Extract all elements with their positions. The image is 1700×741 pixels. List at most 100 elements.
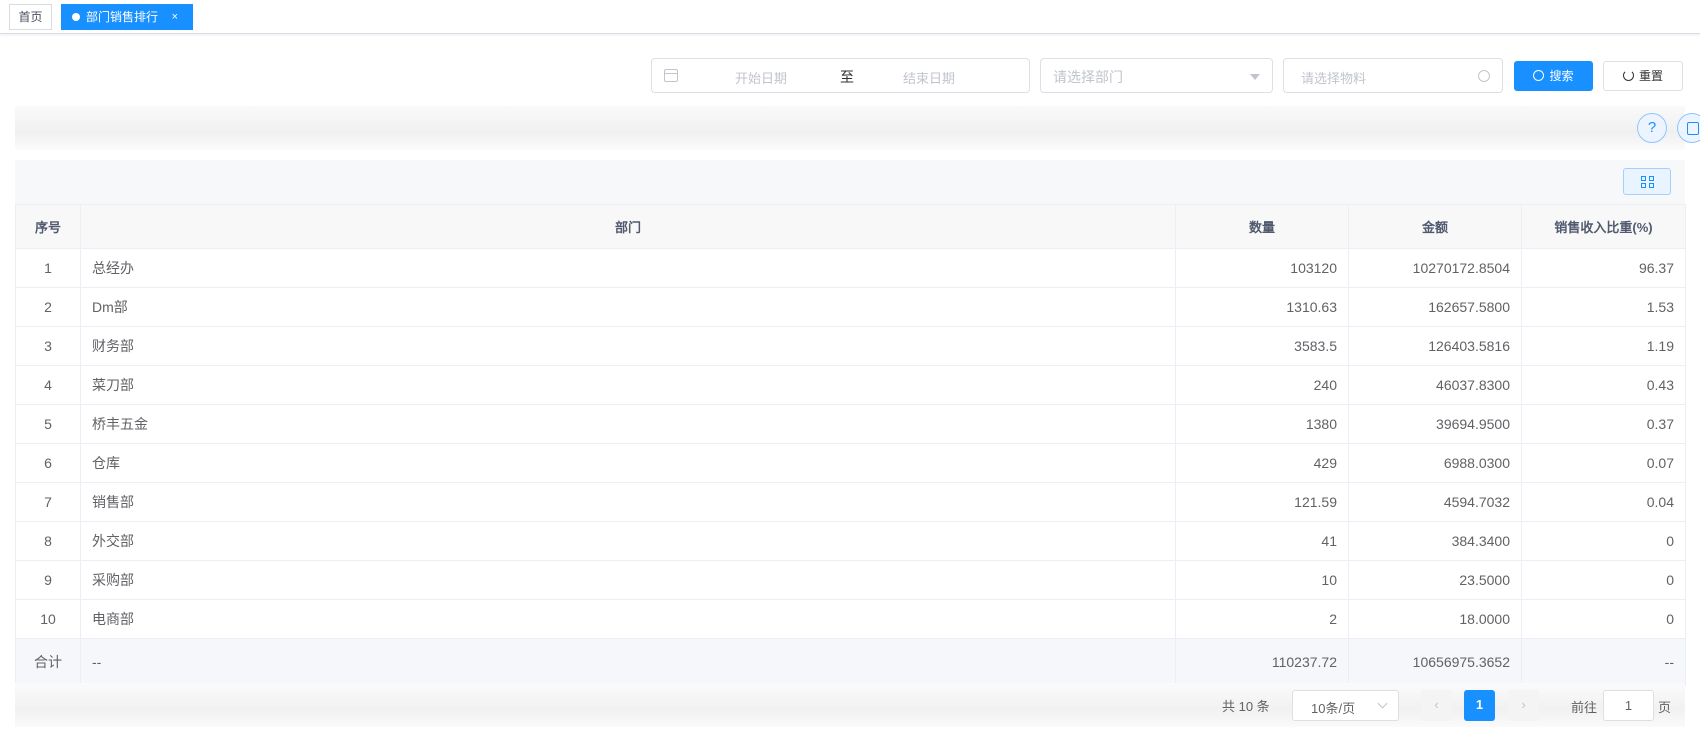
col-header-amount[interactable]: 金额 — [1348, 204, 1522, 249]
prev-page-button[interactable]: ‹ — [1421, 690, 1452, 721]
table-row[interactable]: 4 菜刀部 240 46037.8300 0.43 — [15, 365, 1686, 405]
end-date-input[interactable]: 结束日期 — [894, 68, 964, 87]
start-date-input[interactable]: 开始日期 — [726, 68, 796, 87]
cell-amount: 10270172.8504 — [1348, 248, 1522, 288]
cell-department: 电商部 — [80, 599, 1176, 639]
cell-ratio: 0.04 — [1521, 482, 1686, 522]
caret-down-icon — [1250, 74, 1260, 80]
cell-department: 桥丰五金 — [80, 404, 1176, 444]
close-icon[interactable]: × — [172, 5, 178, 29]
cell-index: 2 — [15, 287, 81, 327]
cell-department: 总经办 — [80, 248, 1176, 288]
cell-quantity: 121.59 — [1175, 482, 1349, 522]
active-dot-icon — [72, 13, 80, 21]
table-row[interactable]: 7 销售部 121.59 4594.7032 0.04 — [15, 482, 1686, 522]
table-row[interactable]: 2 Dm部 1310.63 162657.5800 1.53 — [15, 287, 1686, 327]
cell-amount: 46037.8300 — [1348, 365, 1522, 405]
cell-amount: 23.5000 — [1348, 560, 1522, 600]
summary-cell-index: 合计 — [15, 638, 81, 686]
table-row[interactable]: 9 采购部 10 23.5000 0 — [15, 560, 1686, 600]
cell-index: 9 — [15, 560, 81, 600]
cell-quantity: 429 — [1175, 443, 1349, 483]
col-header-quantity[interactable]: 数量 — [1175, 204, 1349, 249]
summary-cell-amount: 10656975.3652 — [1348, 638, 1522, 686]
cell-department: 外交部 — [80, 521, 1176, 561]
table-row[interactable]: 6 仓库 429 6988.0300 0.07 — [15, 443, 1686, 483]
summary-row: 合计 -- 110237.72 10656975.3652 -- — [15, 638, 1686, 686]
cell-ratio: 0.07 — [1521, 443, 1686, 483]
cell-amount: 18.0000 — [1348, 599, 1522, 639]
cell-ratio: 96.37 — [1521, 248, 1686, 288]
cell-department: 财务部 — [80, 326, 1176, 366]
cell-quantity: 41 — [1175, 521, 1349, 561]
cell-amount: 6988.0300 — [1348, 443, 1522, 483]
column-settings-button[interactable] — [1677, 113, 1700, 143]
cell-index: 1 — [15, 248, 81, 288]
search-circle-icon[interactable] — [1478, 70, 1490, 82]
refresh-icon — [1622, 70, 1634, 81]
page-number-button[interactable]: 1 — [1464, 690, 1495, 721]
cell-ratio: 0 — [1521, 599, 1686, 639]
cell-quantity: 1380 — [1175, 404, 1349, 444]
cell-index: 4 — [15, 365, 81, 405]
grid-view-button[interactable] — [1623, 168, 1671, 195]
department-select-placeholder: 请选择部门 — [1053, 69, 1123, 85]
chevron-down-icon — [1377, 698, 1388, 709]
cell-quantity: 240 — [1175, 365, 1349, 405]
table-header-bar — [15, 160, 1685, 204]
summary-cell-ratio: -- — [1521, 638, 1686, 686]
question-icon: ? — [1647, 119, 1657, 136]
table-row[interactable]: 10 电商部 2 18.0000 0 — [15, 599, 1686, 639]
table-row[interactable]: 1 总经办 103120 10270172.8504 96.37 — [15, 248, 1686, 288]
goto-page-input[interactable]: 1 — [1603, 690, 1654, 721]
columns-icon — [1687, 122, 1699, 135]
cell-index: 3 — [15, 326, 81, 366]
cell-index: 8 — [15, 521, 81, 561]
date-range-picker[interactable]: 开始日期 至 结束日期 — [651, 58, 1030, 93]
tab-home[interactable]: 首页 — [9, 4, 52, 30]
col-header-department[interactable]: 部门 — [80, 204, 1176, 249]
help-button[interactable]: ? — [1637, 113, 1667, 143]
table-row[interactable]: 3 财务部 3583.5 126403.5816 1.19 — [15, 326, 1686, 366]
grid-icon — [1649, 183, 1654, 188]
cell-index: 5 — [15, 404, 81, 444]
search-button[interactable]: 搜索 — [1514, 61, 1593, 91]
material-input[interactable]: 请选择物料 — [1283, 58, 1503, 93]
cell-amount: 162657.5800 — [1348, 287, 1522, 327]
tags-view: 首页 部门销售排行 × — [0, 0, 1700, 34]
cell-ratio: 0 — [1521, 521, 1686, 561]
col-header-index[interactable]: 序号 — [15, 204, 81, 249]
cell-quantity: 10 — [1175, 560, 1349, 600]
cell-ratio: 1.19 — [1521, 326, 1686, 366]
col-header-ratio[interactable]: 销售收入比重(%) — [1521, 204, 1686, 249]
right-toolbar — [15, 106, 1685, 150]
reset-button-label: 重置 — [1638, 69, 1663, 83]
cell-department: 销售部 — [80, 482, 1176, 522]
cell-department: 菜刀部 — [80, 365, 1176, 405]
material-input-placeholder: 请选择物料 — [1301, 71, 1367, 86]
tab-dept-sales-ranking[interactable]: 部门销售排行 × — [61, 4, 193, 30]
cell-quantity: 2 — [1175, 599, 1349, 639]
search-button-label: 搜索 — [1549, 69, 1574, 83]
cell-amount: 126403.5816 — [1348, 326, 1522, 366]
cell-index: 6 — [15, 443, 81, 483]
page-unit-label: 页 — [1658, 700, 1672, 715]
sales-ranking-table: 序号 部门 数量 金额 销售收入比重(%) 1 总经办 103120 10270172… — [15, 204, 1686, 686]
reset-button[interactable]: 重置 — [1603, 61, 1683, 91]
table-row[interactable]: 5 桥丰五金 1380 39694.9500 0.37 — [15, 404, 1686, 444]
pagination-total: 共 10 条 — [1222, 699, 1270, 714]
search-icon — [1533, 70, 1545, 81]
summary-cell-department: -- — [80, 638, 1176, 686]
grid-icon — [1641, 176, 1646, 181]
range-separator: 至 — [840, 69, 854, 85]
table-header-row: 序号 部门 数量 金额 销售收入比重(%) — [15, 204, 1686, 249]
goto-label: 前往 — [1571, 700, 1598, 715]
page-size-select[interactable]: 10条/页 — [1292, 690, 1399, 721]
cell-amount: 39694.9500 — [1348, 404, 1522, 444]
summary-cell-quantity: 110237.72 — [1175, 638, 1349, 686]
cell-department: 采购部 — [80, 560, 1176, 600]
next-page-button[interactable]: › — [1508, 690, 1539, 721]
page-size-value: 10条/页 — [1311, 701, 1356, 716]
table-row[interactable]: 8 外交部 41 384.3400 0 — [15, 521, 1686, 561]
department-select[interactable]: 请选择部门 — [1040, 58, 1273, 93]
